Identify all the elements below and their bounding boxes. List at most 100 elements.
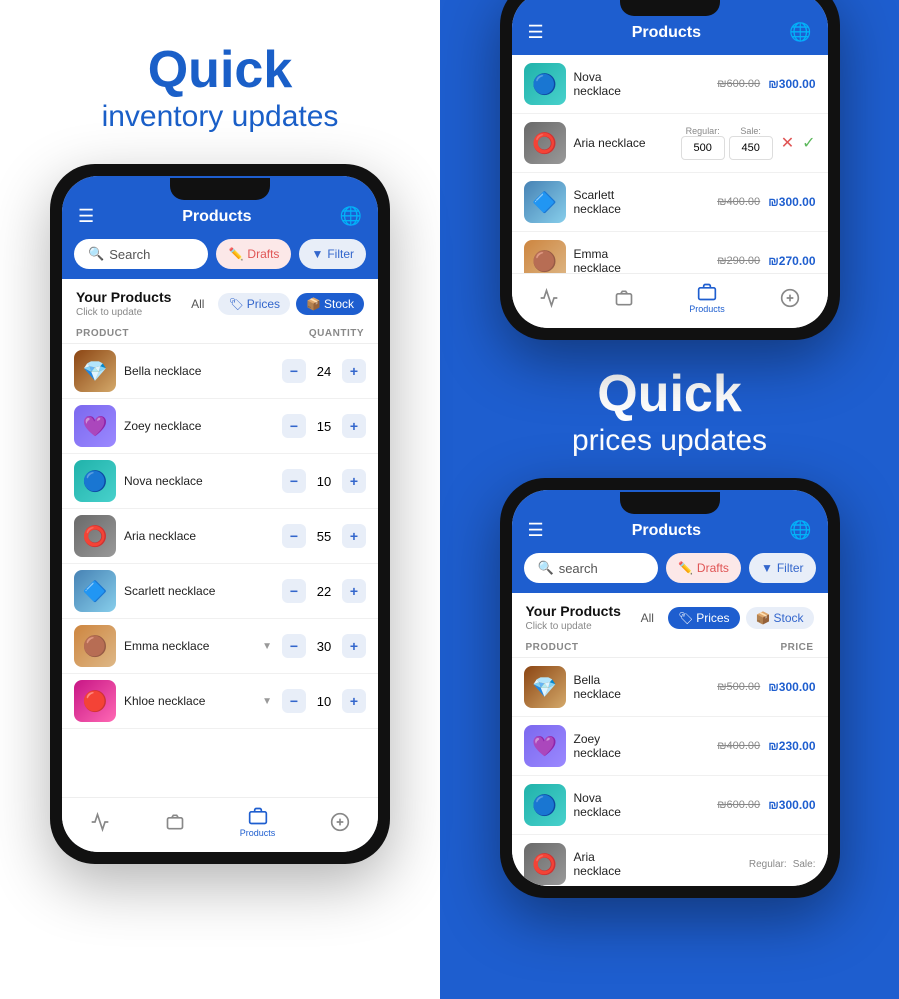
search-button[interactable]: 🔍 Search — [74, 239, 208, 269]
hamburger-icon[interactable]: ☰ — [528, 22, 544, 43]
tag-icon: 🏷 — [678, 611, 693, 625]
globe-icon[interactable]: 🌐 — [340, 206, 362, 227]
filter-button[interactable]: ▼ Filter — [299, 239, 366, 269]
top-phone-area: ☰ Products 🌐 🔵 Novanecklace ₪600.00 ₪300… — [440, 0, 899, 340]
table-row: 🔷 Scarlett necklace − 22 + — [62, 564, 378, 619]
box-icon: 📦 — [756, 611, 771, 625]
tab-prices[interactable]: 🏷 Prices — [218, 293, 290, 315]
globe-icon[interactable]: 🌐 — [789, 520, 811, 541]
price-info: ₪400.00 ₪300.00 — [717, 195, 815, 209]
table-row: ⭕ Aria necklace − 55 + — [62, 509, 378, 564]
tab-prices[interactable]: 🏷 Prices — [668, 607, 740, 629]
table-header: PRODUCT PRICE — [512, 638, 828, 658]
globe-icon[interactable]: 🌐 — [789, 22, 811, 43]
nav-camera[interactable] — [165, 812, 185, 832]
search-button[interactable]: 🔍 search — [524, 553, 658, 583]
regular-price-input[interactable] — [681, 136, 725, 160]
table-row: 💎 Bella necklace − 24 + — [62, 344, 378, 399]
search-bar-area: 🔍 Search ✏️ Drafts ▼ Filter — [62, 239, 378, 279]
chevron-down-icon: ▼ — [262, 696, 272, 707]
price-labels: Regular: Sale: — [749, 859, 816, 870]
bottom-phone-screen: ☰ Products 🌐 🔍 search ✏️ Drafts ▼ — [512, 490, 828, 886]
product-image: 🔷 — [74, 570, 116, 612]
qty-plus[interactable]: + — [342, 469, 366, 493]
qty-minus[interactable]: − — [282, 689, 306, 713]
qty-plus[interactable]: + — [342, 579, 366, 603]
tab-stock[interactable]: 📦 Stock — [746, 607, 814, 629]
nav-products[interactable]: Products — [240, 806, 276, 838]
qty-plus[interactable]: + — [342, 634, 366, 658]
quantity-control: − 24 + — [282, 359, 366, 383]
table-row: 🟤 Emmanecklace ₪290.00 ₪270.00 — [512, 232, 828, 273]
product-image: 💜 — [74, 405, 116, 447]
top-phone-product-list: 🔵 Novanecklace ₪600.00 ₪300.00 ⭕ Aria ne… — [512, 55, 828, 273]
hamburger-icon[interactable]: ☰ — [528, 520, 544, 541]
products-title-block: Your Products Click to update — [76, 289, 171, 318]
quantity-control: − 15 + — [282, 414, 366, 438]
pencil-icon: ✏️ — [678, 561, 693, 575]
left-headline: Quick inventory updates — [102, 40, 339, 134]
regular-price-field: Regular: — [681, 126, 725, 160]
drafts-button[interactable]: ✏️ Drafts — [216, 239, 291, 269]
tab-all[interactable]: All — [633, 607, 662, 629]
bottom-product-list: 💎 Bellanecklace ₪500.00 ₪300.00 💜 Zoeyne… — [512, 658, 828, 886]
qty-minus[interactable]: − — [282, 634, 306, 658]
qty-minus[interactable]: − — [282, 524, 306, 548]
nav-add[interactable] — [780, 288, 800, 308]
product-image: ⭕ — [524, 843, 566, 885]
top-phone: ☰ Products 🌐 🔵 Novanecklace ₪600.00 ₪300… — [500, 0, 840, 340]
nav-products[interactable]: Products — [689, 282, 725, 314]
nav-add[interactable] — [330, 812, 350, 832]
tab-all[interactable]: All — [183, 293, 212, 315]
product-image: 🟤 — [524, 240, 566, 273]
product-image: ⭕ — [74, 515, 116, 557]
tab-stock[interactable]: 📦 Stock — [296, 293, 364, 315]
sale-price-input[interactable] — [729, 136, 773, 160]
qty-plus[interactable]: + — [342, 689, 366, 713]
table-row: ⭕ Aria necklace Regular: Sale: — [512, 114, 828, 173]
bottom-nav: Products — [62, 797, 378, 852]
product-list: 💎 Bella necklace − 24 + 💜 Zoey necklace — [62, 344, 378, 797]
nav-camera[interactable] — [614, 288, 634, 308]
qty-plus[interactable]: + — [342, 524, 366, 548]
drafts-button[interactable]: ✏️ Drafts — [666, 553, 741, 583]
left-phone: ☰ Products 🌐 🔍 Search ✏️ Drafts ▼ Filter — [50, 164, 390, 864]
confirm-icon[interactable]: ✓ — [802, 133, 815, 153]
products-tabs: All 🏷 Prices 📦 Stock — [633, 607, 814, 629]
bottom-phone: ☰ Products 🌐 🔍 search ✏️ Drafts ▼ — [500, 478, 840, 898]
table-header: PRODUCT QUANTITY — [62, 324, 378, 344]
headline-light: inventory updates — [102, 100, 339, 134]
hamburger-icon[interactable]: ☰ — [78, 206, 94, 227]
table-row: 🔷 Scarlettnecklace ₪400.00 ₪300.00 — [512, 173, 828, 232]
tag-icon: 🏷 — [228, 297, 243, 311]
table-row: 💜 Zoeynecklace ₪400.00 ₪230.00 — [512, 717, 828, 776]
phone-notch — [170, 178, 270, 200]
qty-minus[interactable]: − — [282, 469, 306, 493]
table-row: ⭕ Arianecklace Regular: Sale: — [512, 835, 828, 886]
filter-icon: ▼ — [311, 247, 323, 261]
product-image: 💎 — [524, 666, 566, 708]
qty-plus[interactable]: + — [342, 414, 366, 438]
product-image: 💎 — [74, 350, 116, 392]
products-header: Your Products Click to update All 🏷 Pric… — [512, 593, 828, 638]
price-info: ₪400.00 ₪230.00 — [717, 739, 815, 753]
right-headline: Quick prices updates — [552, 340, 787, 478]
qty-minus[interactable]: − — [282, 579, 306, 603]
qty-minus[interactable]: − — [282, 414, 306, 438]
qty-minus[interactable]: − — [282, 359, 306, 383]
qty-plus[interactable]: + — [342, 359, 366, 383]
price-edit-area: Regular: Sale: — [681, 126, 773, 160]
sale-price-field: Sale: — [729, 126, 773, 160]
phone-screen: ☰ Products 🌐 🔍 Search ✏️ Drafts ▼ Filter — [62, 176, 378, 852]
filter-button[interactable]: ▼ Filter — [749, 553, 816, 583]
table-row: 💜 Zoey necklace − 15 + — [62, 399, 378, 454]
table-row: 🟤 Emma necklace ▼ − 30 + — [62, 619, 378, 674]
products-header: Your Products Click to update All 🏷 Pric… — [62, 279, 378, 324]
nav-analytics[interactable] — [539, 288, 559, 308]
product-image: 💜 — [524, 725, 566, 767]
right-panel: ☰ Products 🌐 🔵 Novanecklace ₪600.00 ₪300… — [440, 0, 899, 999]
cancel-icon[interactable]: ✕ — [781, 133, 794, 153]
product-image: 🔴 — [74, 680, 116, 722]
product-image: ⭕ — [524, 122, 566, 164]
nav-analytics[interactable] — [90, 812, 110, 832]
